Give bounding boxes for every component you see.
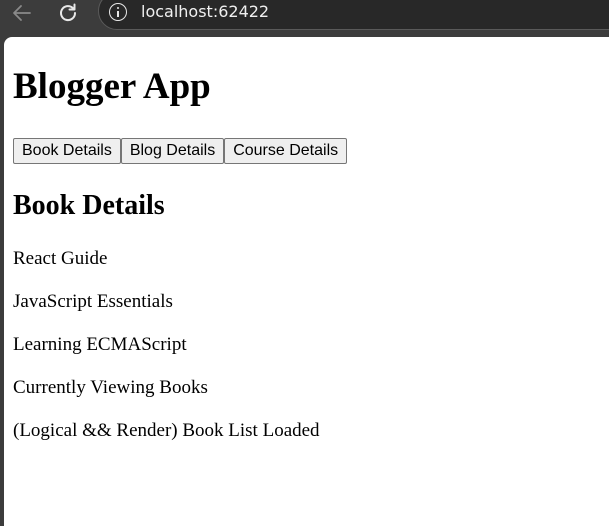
course-details-button[interactable]: Course Details (224, 138, 348, 164)
reload-icon (60, 3, 77, 22)
info-icon[interactable] (109, 3, 127, 21)
blog-details-button[interactable]: Blog Details (120, 138, 225, 164)
browser-toolbar: localhost:62422 (0, 0, 609, 37)
button-row: Book Details Blog Details Course Details (13, 138, 348, 164)
url-text[interactable]: localhost:62422 (141, 1, 269, 23)
reload-button[interactable] (55, 0, 81, 26)
section-heading: Book Details (13, 190, 165, 221)
book-item: React Guide (13, 248, 108, 269)
page-content: Blogger App Book Details Blog Details Co… (4, 37, 609, 526)
book-details-button[interactable]: Book Details (13, 138, 121, 164)
viewing-status: Currently Viewing Books (13, 377, 208, 398)
book-item: JavaScript Essentials (13, 291, 173, 312)
arrow-left-icon (13, 5, 31, 21)
book-item: Learning ECMAScript (13, 334, 187, 355)
app-title: Blogger App (13, 66, 211, 107)
back-button[interactable] (9, 0, 35, 26)
load-status: (Logical && Render) Book List Loaded (13, 420, 320, 441)
